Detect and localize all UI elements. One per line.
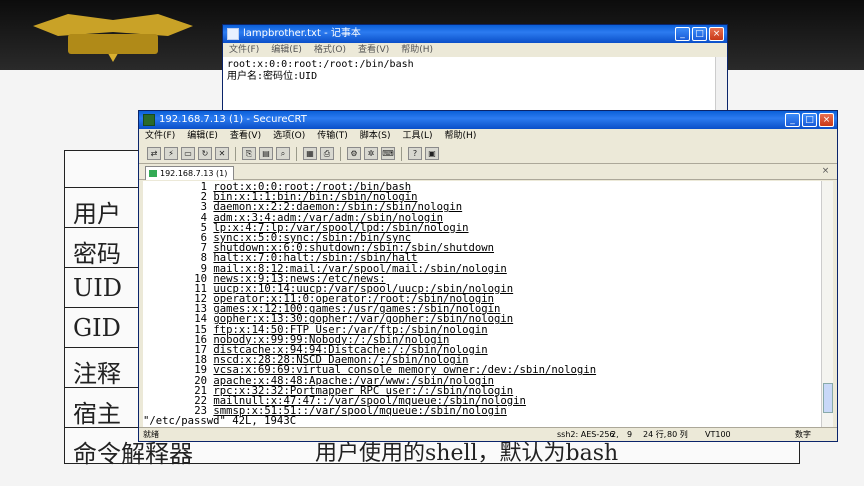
table-cell: 注释 [73,360,121,388]
reconnect-icon[interactable]: ↻ [198,147,212,160]
disconnect-icon[interactable]: ✕ [215,147,229,160]
menu-tools[interactable]: 工具(L) [403,129,433,144]
global-options-icon[interactable]: ✲ [364,147,378,160]
vim-status-line: "/etc/passwd" 42L, 1943C [143,415,297,427]
line-number: 8 [200,252,207,265]
status-numlock: 数字 [795,430,811,439]
terminal-screen[interactable]: 1 root:x:0:0:root:/root:/bin/bash 2 bin:x… [143,181,821,427]
menu-view[interactable]: 查看(V) [358,43,389,57]
menu-file[interactable]: 文件(F) [229,43,259,57]
line-number: 4 [200,211,207,224]
securecrt-window[interactable]: 192.168.7.13 (1) - SecureCRT _ □ × 文件(F)… [138,110,838,442]
table-cell: UID [73,274,122,302]
status-rows: 24 行, [643,430,667,439]
connect-icon[interactable]: ⇄ [147,147,161,160]
connect-tab-icon[interactable]: ▭ [181,147,195,160]
help-icon[interactable]: ? [408,147,422,160]
status-cipher: ssh2: AES-256 [557,430,615,439]
line-number: 7 [200,242,207,255]
minimize-button[interactable]: _ [785,113,800,127]
status-cursor-row: 2, [611,430,619,439]
about-icon[interactable]: ▣ [425,147,439,160]
terminal-scrollbar[interactable] [821,181,833,427]
print-icon[interactable]: ⎙ [320,147,334,160]
maximize-button[interactable]: □ [802,113,817,127]
minimize-button[interactable]: _ [675,27,690,41]
session-tabbar: 192.168.7.13 (1) × [139,164,837,180]
notepad-line: root:x:0:0:root:/root:/bin/bash [227,59,414,70]
notepad-text-area[interactable]: root:x:0:0:root:/root:/bin/bash 用户名:密码位:… [223,57,727,85]
menu-edit[interactable]: 编辑(E) [271,43,302,57]
session-tab[interactable]: 192.168.7.13 (1) [145,166,235,180]
notepad-menubar: 文件(F) 编辑(E) 格式(O) 查看(V) 帮助(H) [223,43,727,57]
line-number: 1 [200,181,207,193]
status-cols: 80 列 [667,430,688,439]
table-cell: 用户 [73,200,121,228]
paste-icon[interactable]: ▤ [259,147,273,160]
line-number: 5 [200,221,207,234]
notepad-title: lampbrother.txt - 记事本 [243,28,361,39]
maximize-button[interactable]: □ [692,27,707,41]
menu-options[interactable]: 选项(O) [273,129,305,144]
find-icon[interactable]: ⌕ [276,147,290,160]
toolbar-divider [235,146,236,161]
menu-file[interactable]: 文件(F) [145,129,175,144]
session-status-icon [149,170,157,177]
line-number: 2 [200,191,207,204]
tab-close-icon[interactable]: × [820,166,831,177]
crt-statusbar: 就绪 ssh2: AES-256 2, 9 24 行, 80 列 VT100 数… [139,427,837,441]
table-cell: GID [73,314,121,342]
notepad-titlebar[interactable]: lampbrother.txt - 记事本 _ □ × [223,25,727,43]
lamp-logo [33,14,193,62]
menu-script[interactable]: 脚本(S) [360,129,391,144]
notepad-window[interactable]: lampbrother.txt - 记事本 _ □ × 文件(F) 编辑(E) … [222,24,728,120]
line-number: 6 [200,231,207,244]
print-setup-icon[interactable]: ▦ [303,147,317,160]
crt-titlebar[interactable]: 192.168.7.13 (1) - SecureCRT _ □ × [139,111,837,129]
table-cell: 宿主 [73,400,121,428]
menu-view[interactable]: 查看(V) [230,129,261,144]
toolbar-divider [401,146,402,161]
menu-edit[interactable]: 编辑(E) [187,129,218,144]
status-ready: 就绪 [143,430,159,439]
close-button[interactable]: × [819,113,834,127]
menu-help[interactable]: 帮助(H) [445,129,477,144]
status-cursor-col: 9 [627,430,633,439]
notepad-icon [227,28,239,40]
menu-help[interactable]: 帮助(H) [401,43,433,57]
quick-connect-icon[interactable]: ⚡ [164,147,178,160]
session-options-icon[interactable]: ⚙ [347,147,361,160]
menu-transfer[interactable]: 传输(T) [317,129,348,144]
status-terminal-type: VT100 [705,430,731,439]
toolbar-divider [296,146,297,161]
session-tab-label: 192.168.7.13 (1) [160,169,228,178]
menu-format[interactable]: 格式(O) [314,43,346,57]
securecrt-icon [143,114,155,126]
crt-menubar: 文件(F) 编辑(E) 查看(V) 选项(O) 传输(T) 脚本(S) 工具(L… [139,129,837,144]
close-button[interactable]: × [709,27,724,41]
copy-icon[interactable]: ⎘ [242,147,256,160]
keymap-icon[interactable]: ⌨ [381,147,395,160]
line-number: 3 [200,201,207,214]
crt-title: 192.168.7.13 (1) - SecureCRT [159,114,307,125]
table-cell: 密码 [73,240,121,268]
crt-toolbar: ⇄ ⚡ ▭ ↻ ✕ ⎘ ▤ ⌕ ▦ ⎙ ⚙ ✲ ⌨ ? ▣ [139,144,837,164]
notepad-line: 用户名:密码位:UID [227,71,318,82]
scrollbar-thumb[interactable] [823,383,833,413]
toolbar-divider [340,146,341,161]
